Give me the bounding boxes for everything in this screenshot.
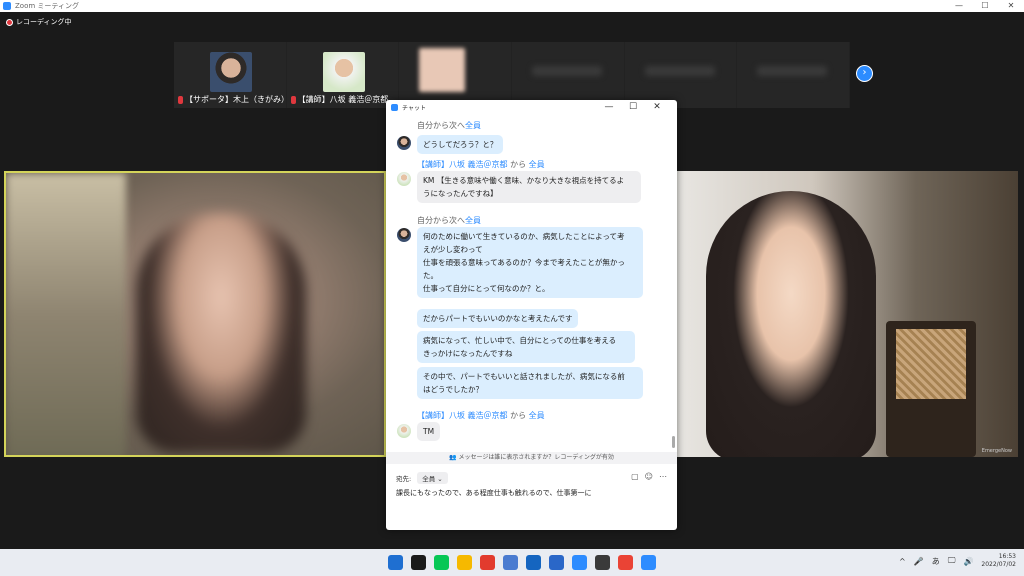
message-recipient[interactable]: 全員	[529, 160, 545, 169]
participant-name: 【講師】八坂 義浩＠京都	[297, 95, 389, 104]
chevron-right-icon: ›	[862, 67, 867, 78]
ime-icon[interactable]: あ	[932, 556, 940, 567]
message-sender[interactable]: 【講師】八坂 義浩＠京都	[417, 160, 508, 169]
outlook-icon[interactable]	[526, 555, 541, 570]
mic-muted-icon	[290, 95, 296, 104]
window-controls: — ☐ ✕	[946, 0, 1024, 12]
participant-video-blurred	[136, 213, 306, 453]
windows-taskbar: ^ 🎤 あ 🖵 🔊 16:53 2022/07/02	[0, 549, 1024, 576]
participant-video	[706, 191, 876, 457]
recording-dot-icon	[6, 18, 13, 26]
chat-maximize-button[interactable]: ☐	[621, 100, 645, 114]
self-avatar	[397, 228, 411, 242]
app-icon[interactable]	[411, 555, 426, 570]
participant-avatar	[210, 52, 252, 92]
sender-avatar	[397, 424, 411, 438]
file-icon[interactable]: ▢	[631, 472, 639, 481]
tray-overflow-icon[interactable]: ^	[899, 557, 906, 566]
participant-tile[interactable]	[737, 42, 850, 108]
mic-muted-icon	[178, 95, 183, 104]
chrome-icon[interactable]	[480, 555, 495, 570]
message-bubble: KM 【生きる意味や働く意味、かなり大きな視点を持てるよ うになったんですね】	[417, 171, 641, 203]
clock[interactable]: 16:53 2022/07/02	[981, 553, 1016, 569]
emoji-icon[interactable]: ☺	[645, 472, 653, 481]
people-icon: 👥	[449, 454, 457, 461]
zoom-app-icon	[3, 2, 11, 10]
chat-title: チャット	[402, 104, 426, 112]
background-bookshelf	[6, 173, 126, 455]
message-bubble: TM	[417, 422, 441, 441]
compose-toolbar: ▢ ☺ ⋯	[625, 472, 667, 481]
message-header-prefix: 自分から次へ	[417, 216, 465, 225]
zoom-icon[interactable]	[641, 555, 656, 570]
video-tile-left[interactable]	[4, 171, 386, 457]
zoom-chat-icon	[391, 103, 398, 111]
sender-avatar	[397, 172, 411, 186]
recipient-label: 宛先:	[396, 475, 412, 483]
windows-start-icon[interactable]	[388, 555, 403, 570]
app-icon[interactable]	[595, 555, 610, 570]
message-from-word: から	[507, 160, 529, 169]
chat-scrollbar[interactable]	[672, 116, 675, 452]
system-tray: ^ 🎤 あ 🖵 🔊 16:53 2022/07/02	[891, 553, 1016, 569]
message-bubble: だからパートでもいいのかなと考えたんです	[417, 309, 579, 328]
chat-header: チャット — ☐ ✕	[386, 100, 677, 114]
app-icon[interactable]	[572, 555, 587, 570]
volume-icon[interactable]: 🔊	[963, 557, 973, 566]
participant-tile[interactable]	[512, 42, 624, 108]
taskbar-apps	[388, 555, 664, 570]
message-header-prefix: 自分から次へ	[417, 121, 465, 130]
chat-visibility-notice[interactable]: 👥 メッセージは誰に表示されますか？レコーディングが有効	[386, 452, 677, 464]
participant-strip: 【サポータ】木上（きがみ）… 【講師】八坂 義浩＠京都	[174, 42, 850, 108]
maximize-button[interactable]: ☐	[972, 0, 998, 12]
display-icon[interactable]: 🖵	[948, 556, 956, 566]
chat-close-button[interactable]: ✕	[645, 100, 669, 114]
app-icon[interactable]	[549, 555, 564, 570]
self-avatar	[397, 136, 411, 150]
close-button[interactable]: ✕	[998, 0, 1024, 12]
participant-avatar	[322, 52, 365, 92]
more-icon[interactable]: ⋯	[659, 472, 667, 481]
participant-tile[interactable]	[624, 42, 737, 108]
video-watermark: EmergeNow	[981, 448, 1012, 454]
window-title: Zoom ミーティング	[15, 2, 79, 10]
line-app-icon[interactable]	[434, 555, 449, 570]
participant-name: 【サポータ】木上（きがみ）…	[185, 95, 297, 104]
video-tile-right[interactable]: EmergeNow	[676, 171, 1018, 457]
message-sender[interactable]: 【講師】八坂 義浩＠京都	[417, 411, 508, 420]
message-from-word: から	[507, 411, 529, 420]
recording-indicator[interactable]: レコーディング中	[6, 17, 72, 27]
clock-time: 16:53	[998, 553, 1016, 560]
file-explorer-icon[interactable]	[457, 555, 472, 570]
message-bubble: その中で、パートでもいいと話されましたが、病気になる前 はどうでしたか？	[417, 367, 643, 399]
recipient-dropdown[interactable]: 全員 ⌄	[417, 472, 448, 484]
recording-label: レコーディング中	[16, 18, 72, 26]
minimize-button[interactable]: —	[946, 0, 972, 12]
message-recipient[interactable]: 全員	[529, 411, 545, 420]
notepad-icon[interactable]	[503, 555, 518, 570]
background-chair	[886, 321, 976, 457]
participant-tile[interactable]: 【サポータ】木上（きがみ）…	[174, 42, 297, 108]
chat-window: チャット — ☐ ✕ 自分から次へ全員 どうしてだろう？と？ 【講師】八坂 義浩…	[386, 100, 677, 530]
clock-date: 2022/07/02	[981, 561, 1016, 568]
message-bubble: どうしてだろう？と？	[417, 135, 504, 154]
chrome-icon[interactable]	[618, 555, 633, 570]
next-page-button[interactable]: ›	[856, 65, 873, 82]
message-bubble: 何のために働いて生きているのか、病気したことによって考 えが少し変わって 仕事を…	[417, 227, 643, 298]
chat-minimize-button[interactable]: —	[597, 100, 621, 114]
chat-message-list[interactable]: 自分から次へ全員 どうしてだろう？と？ 【講師】八坂 義浩＠京都 から 全員 K…	[386, 116, 672, 452]
microphone-icon[interactable]: 🎤	[914, 557, 924, 566]
participant-tile[interactable]	[399, 42, 512, 108]
message-bubble: 病気になって、忙しい中で、自分にとっての仕事を考える きっかけになったんですね	[417, 331, 635, 363]
participant-avatar	[419, 48, 466, 92]
recipient-selector: 宛先: 全員 ⌄	[396, 472, 448, 484]
message-recipient[interactable]: 全員	[465, 121, 481, 130]
message-recipient[interactable]: 全員	[465, 216, 481, 225]
chat-message-input[interactable]: 課長にもなったので、ある程度仕事も触れるので、仕事第一に	[396, 488, 591, 498]
title-bar: Zoom ミーティング — ☐ ✕	[0, 0, 1024, 12]
participant-tile[interactable]: 【講師】八坂 義浩＠京都	[286, 42, 399, 108]
